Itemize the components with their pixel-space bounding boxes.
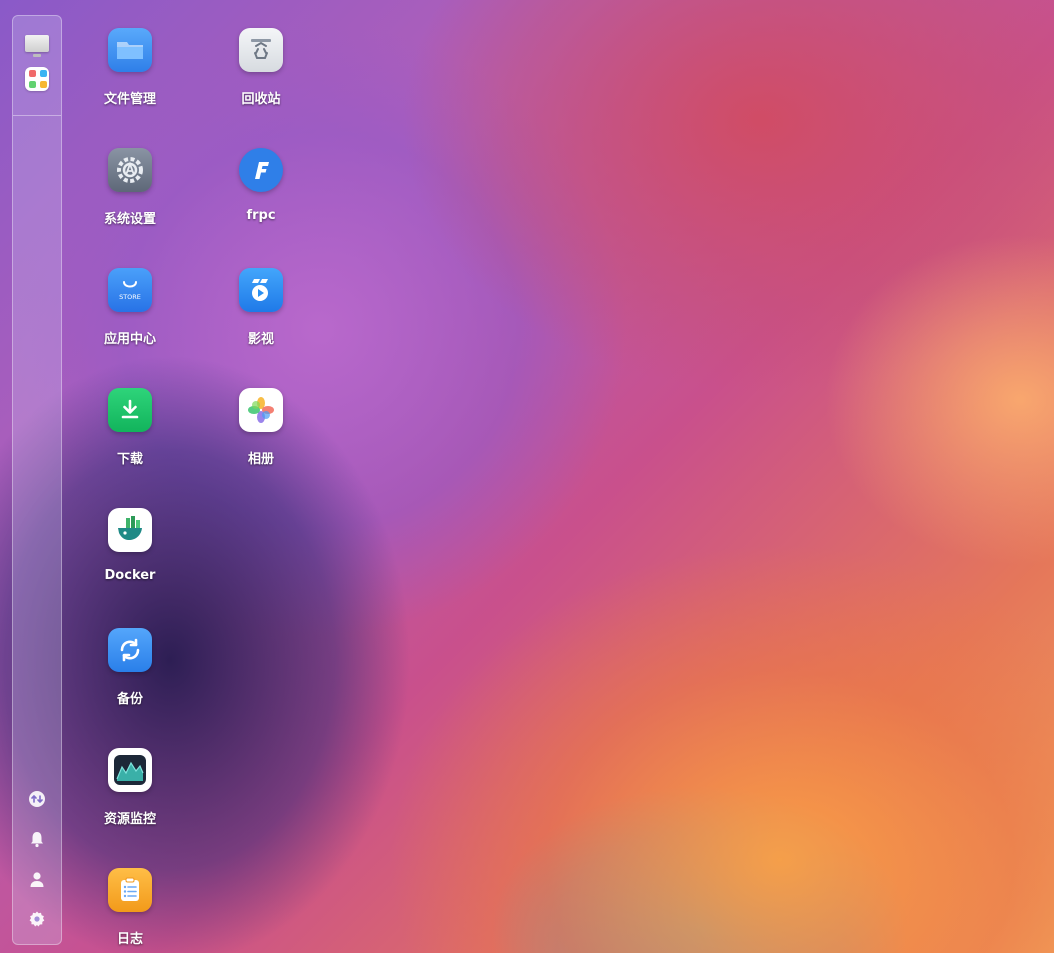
app-video[interactable]: 影视: [219, 268, 303, 368]
folder-icon: [108, 28, 152, 72]
app-system-settings[interactable]: 系统设置: [88, 148, 172, 248]
app-label: 相册: [247, 452, 274, 467]
app-label: 回收站: [241, 92, 281, 107]
download-icon: [108, 388, 152, 432]
sidebar-item-settings[interactable]: [24, 906, 50, 932]
app-grid-icon: [25, 67, 49, 91]
bell-icon: [31, 832, 43, 848]
app-backup[interactable]: 备份: [88, 628, 172, 728]
sidebar: [12, 15, 62, 945]
frpc-icon: [239, 148, 283, 192]
monitor-icon: [25, 34, 49, 57]
app-download[interactable]: 下载: [88, 388, 172, 488]
sidebar-item-user[interactable]: [24, 866, 50, 892]
app-label: Docker: [104, 568, 156, 583]
app-label: 系统设置: [103, 212, 156, 227]
app-label: 影视: [247, 332, 274, 347]
app-docker[interactable]: Docker: [88, 508, 172, 608]
backup-icon: [108, 628, 152, 672]
sidebar-item-app-launcher[interactable]: [24, 66, 50, 92]
sidebar-divider: [13, 115, 61, 116]
store-icon: STORE: [108, 268, 152, 312]
app-label: frpc: [246, 208, 276, 223]
app-recycle-bin[interactable]: 回收站: [219, 28, 303, 128]
recycle-bin-icon: [239, 28, 283, 72]
sidebar-top-group: [13, 30, 61, 102]
app-label: 日志: [116, 932, 143, 947]
app-label: 应用中心: [103, 332, 156, 347]
user-icon: [30, 872, 44, 887]
gear-icon: [29, 911, 45, 927]
sidebar-item-desktop[interactable]: [24, 30, 50, 57]
photos-icon: [239, 388, 283, 432]
app-frpc[interactable]: frpc: [219, 148, 303, 248]
app-resource-monitor[interactable]: 资源监控: [88, 748, 172, 848]
docker-icon: [108, 508, 152, 552]
app-store[interactable]: STORE 应用中心: [88, 268, 172, 368]
log-icon: [108, 868, 152, 912]
app-file-manager[interactable]: 文件管理: [88, 28, 172, 128]
video-icon: [239, 268, 283, 312]
sidebar-item-transfer[interactable]: [24, 786, 50, 812]
sidebar-item-notifications[interactable]: [24, 826, 50, 852]
app-label: 备份: [116, 692, 143, 707]
sidebar-bottom-group: [13, 786, 61, 932]
app-photos[interactable]: 相册: [219, 388, 303, 488]
app-label: 文件管理: [103, 92, 156, 107]
app-label: 下载: [116, 452, 143, 467]
settings-app-icon: [108, 148, 152, 192]
app-log[interactable]: 日志: [88, 868, 172, 968]
transfer-icon: [29, 791, 45, 807]
resource-monitor-icon: [108, 748, 152, 792]
app-label: 资源监控: [103, 812, 156, 827]
store-icon-text: STORE: [119, 293, 141, 301]
